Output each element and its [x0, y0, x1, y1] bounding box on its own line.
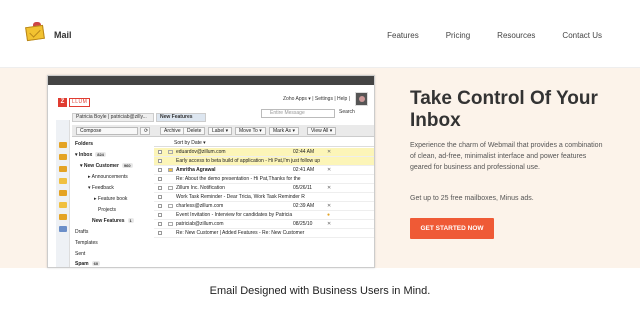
- folder-item-new-features: New Features 1: [92, 218, 134, 224]
- table-row: Event Invitation - Interview for candida…: [154, 211, 374, 220]
- app-top-links: Zoho Apps ▾ | Settings | Help |: [283, 96, 350, 102]
- app-switcher-sidebar: [56, 120, 70, 267]
- folder-item-sent: Sent: [75, 251, 86, 257]
- table-row: eduardov@zillum.com 02:44 AM ✕: [154, 148, 374, 157]
- sort-header: Sort by Date ▾: [154, 139, 374, 147]
- nav-resources[interactable]: Resources: [497, 31, 535, 40]
- user-tab: Patricia Boyle | patriciab@zilly...: [72, 113, 154, 122]
- table-row: patriciab@zillum.com 08/25/10 ✕: [154, 220, 374, 229]
- nav-pricing[interactable]: Pricing: [446, 31, 470, 40]
- close-icon: ✕: [327, 221, 332, 227]
- zillum-logo: Z LLUM: [58, 98, 91, 107]
- folder-item-inbox: ▾ Inbox 824: [75, 152, 106, 158]
- message-list: Sort by Date ▾ eduardov@zillum.com 02:44 …: [154, 139, 374, 267]
- zillum-logo-word: LLUM: [69, 98, 91, 107]
- archive-button: Archive: [160, 127, 185, 135]
- folder-item: Folders: [75, 141, 94, 147]
- flag-icon: ●: [327, 212, 331, 218]
- get-started-button[interactable]: GET STARTED NOW: [410, 218, 494, 239]
- table-row: Amritha Agrawal 02:41 AM ✕: [154, 166, 374, 175]
- refresh-icon: ⟳: [140, 127, 150, 135]
- nav-features[interactable]: Features: [387, 31, 419, 40]
- folder-tree: Folders ▾ Inbox 824 ▾ New Customer 960 ▸ A…: [72, 139, 152, 267]
- folder-item-announcements: ▸ Announcements: [88, 174, 128, 180]
- table-row: Work Task Reminder - Dear Tricia, Work T…: [154, 193, 374, 202]
- folder-item-spam: Spam 60: [75, 261, 101, 267]
- hero-description: Experience the charm of Webmail that pro…: [410, 142, 603, 171]
- hero-headline: Take Control Of Your Inbox: [410, 88, 598, 131]
- compose-button: Compose: [76, 127, 138, 135]
- section-tagline: Email Designed with Business Users in Mi…: [209, 285, 431, 297]
- envelope-mascot-icon[interactable]: [24, 22, 46, 44]
- table-row: charless@zillum.com 02:39 AM ✕: [154, 202, 374, 211]
- close-icon: ✕: [327, 203, 332, 209]
- new-features-tab: New Features: [156, 113, 206, 122]
- close-icon: ✕: [327, 149, 332, 155]
- table-row: Zillum Inc. Notification 05/26/11 ✕: [154, 184, 374, 193]
- avatar: [355, 92, 368, 106]
- folder-item-templates: Templates: [75, 240, 98, 246]
- close-icon: ✕: [327, 167, 332, 173]
- table-row: Re: New Customer | Added Features - Re: …: [154, 229, 374, 238]
- hero-subtext: Get up to 25 free mailboxes, Minus ads.: [410, 195, 534, 202]
- mail-search-button: Search: [339, 109, 355, 115]
- webmail-screenshot: Z LLUM Zoho Apps ▾ | Settings | Help | E…: [47, 75, 375, 268]
- table-row: Re: About the demo presentation - Hi Pat…: [154, 175, 374, 184]
- folder-item-drafts: Drafts: [75, 229, 89, 235]
- brand-name[interactable]: Mail: [54, 30, 72, 40]
- label-button: Label ▾: [208, 127, 233, 135]
- folder-item-feedback: ▾ Feedback: [88, 185, 114, 191]
- folder-item-new-customer: ▾ New Customer 960: [80, 163, 133, 169]
- folder-item-feature-book: ▸ Feature book: [94, 196, 128, 202]
- table-row: Early access to beta build of applicatio…: [154, 157, 374, 166]
- nav-contact-us[interactable]: Contact Us: [562, 31, 602, 40]
- top-navigation: Mail Features Pricing Resources Contact …: [0, 0, 640, 68]
- delete-button: Delete: [183, 127, 206, 135]
- view-all-button: View All ▾: [307, 127, 337, 135]
- close-icon: ✕: [327, 185, 332, 191]
- folder-item-projects: Projects: [98, 207, 117, 213]
- screenshot-window-bar: [48, 76, 374, 85]
- move-to-button: Move To ▾: [235, 127, 266, 135]
- zillum-logo-letter: Z: [58, 98, 67, 107]
- mail-search-input: Entire Message: [261, 109, 335, 118]
- nav-menu: Features Pricing Resources Contact Us: [360, 31, 602, 40]
- mark-as-button: Mark As ▾: [269, 127, 299, 135]
